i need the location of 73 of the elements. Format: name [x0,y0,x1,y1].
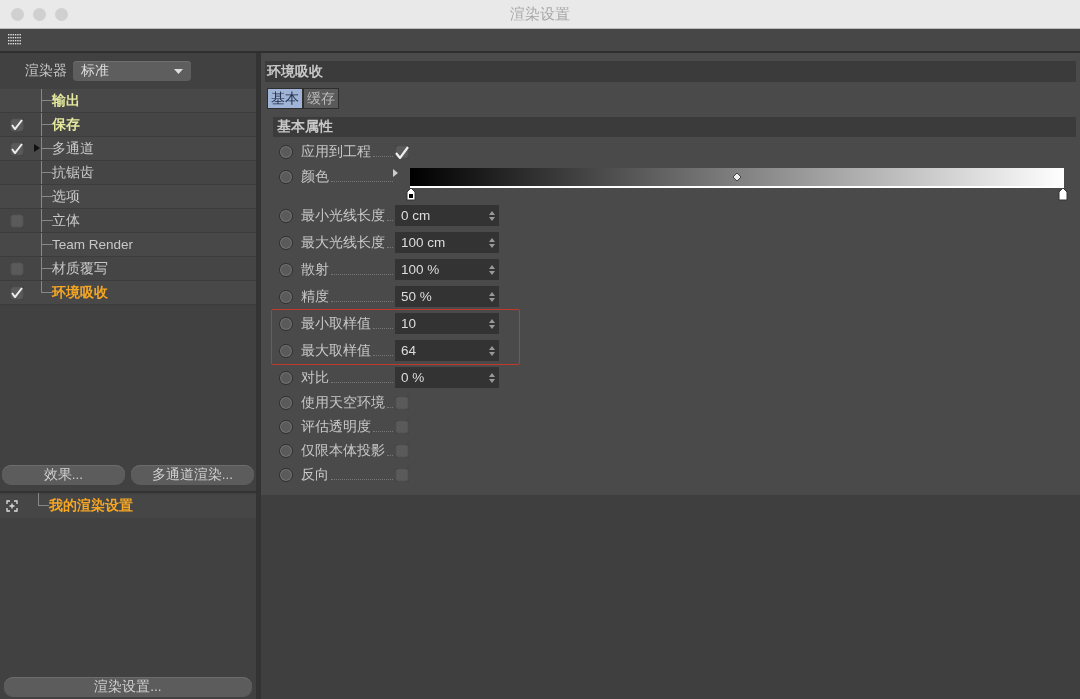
checkbox[interactable] [10,213,24,228]
checkbox[interactable] [395,145,409,159]
param-label: 反向 [301,466,329,484]
sidebar-button[interactable]: 多通道渲染... [131,464,254,485]
tab[interactable]: 缓存 [303,88,339,109]
gradient-bar[interactable] [406,168,1068,201]
sidebar-button[interactable]: 效果... [2,464,125,485]
spinner-arrows-icon[interactable] [489,345,495,356]
tree-line [41,233,53,256]
sidebar-item[interactable]: 立体 [52,211,80,230]
keyframe-toggle[interactable] [279,468,293,482]
sidebar-item[interactable]: 输出 [52,91,80,110]
tree-line [41,161,53,184]
sidebar-item[interactable]: 抗锯齿 [52,163,94,182]
sidebar-item[interactable]: 材质覆写 [52,259,108,278]
render-settings-button[interactable]: 渲染设置... [4,677,252,697]
renderer-label: 渲染器 [25,62,67,80]
tab[interactable]: 基本 [267,88,303,109]
param-label: 最大光线长度 [301,233,385,252]
target-icon[interactable] [6,500,18,512]
number-field[interactable]: 0 cm [395,205,499,226]
keyframe-toggle[interactable] [279,420,293,434]
param-label: 最大取样值 [301,341,371,360]
param-label: 仅限本体投影 [301,442,385,460]
renderer-dropdown[interactable]: 标准 [73,61,191,81]
tree-line [41,89,53,112]
checkbox[interactable] [10,117,24,132]
param-label: 评估透明度 [301,418,371,436]
param-label: 对比 [301,368,329,387]
spinner-arrows-icon[interactable] [489,237,495,248]
param-label: 散射 [301,260,329,279]
sidebar-item[interactable]: 多通道 [52,139,94,158]
param-label: 最小取样值 [301,314,371,333]
color-stop-handle[interactable] [1058,188,1068,201]
midpoint-handle[interactable] [732,172,742,182]
tree-line [41,113,53,136]
tree-line [41,185,53,208]
sidebar-item[interactable]: 选项 [52,187,80,206]
keyframe-toggle[interactable] [279,396,293,410]
spinner-arrows-icon[interactable] [489,318,495,329]
panel-header: 环境吸收 [265,61,1076,82]
keyframe-toggle[interactable] [279,444,293,458]
keyframe-toggle[interactable] [279,170,293,184]
spinner-arrows-icon[interactable] [489,210,495,221]
number-field[interactable]: 100 cm [395,232,499,253]
number-field[interactable]: 64 [395,340,499,361]
number-field[interactable]: 50 % [395,286,499,307]
spinner-arrows-icon[interactable] [489,372,495,383]
caret-right-icon[interactable] [393,169,398,177]
param-label: 精度 [301,287,329,306]
section-header: 基本属性 [273,117,1076,137]
param-label: 使用天空环境 [301,394,385,412]
keyframe-toggle[interactable] [279,370,293,385]
checkbox[interactable] [10,261,24,276]
param-label: 颜色 [301,168,329,186]
dropdown-caret-icon [174,68,183,74]
sidebar-item[interactable]: 环境吸收 [52,283,108,302]
checkbox[interactable] [10,141,24,156]
keyframe-toggle[interactable] [279,145,293,159]
spinner-arrows-icon[interactable] [489,291,495,302]
number-field[interactable]: 10 [395,313,499,334]
param-label: 应用到工程 [301,143,371,161]
color-stop-handle[interactable] [406,188,416,201]
checkbox[interactable] [10,285,24,300]
tree-line [41,209,53,232]
sidebar-item[interactable]: 保存 [52,115,80,134]
number-field[interactable]: 100 % [395,259,499,280]
spinner-arrows-icon[interactable] [489,264,495,275]
tree-line [41,137,53,160]
window-title: 渲染设置 [509,4,571,24]
param-label: 最小光线长度 [301,206,385,225]
dot-grid-icon[interactable] [8,34,22,46]
number-field[interactable]: 0 % [395,367,499,388]
